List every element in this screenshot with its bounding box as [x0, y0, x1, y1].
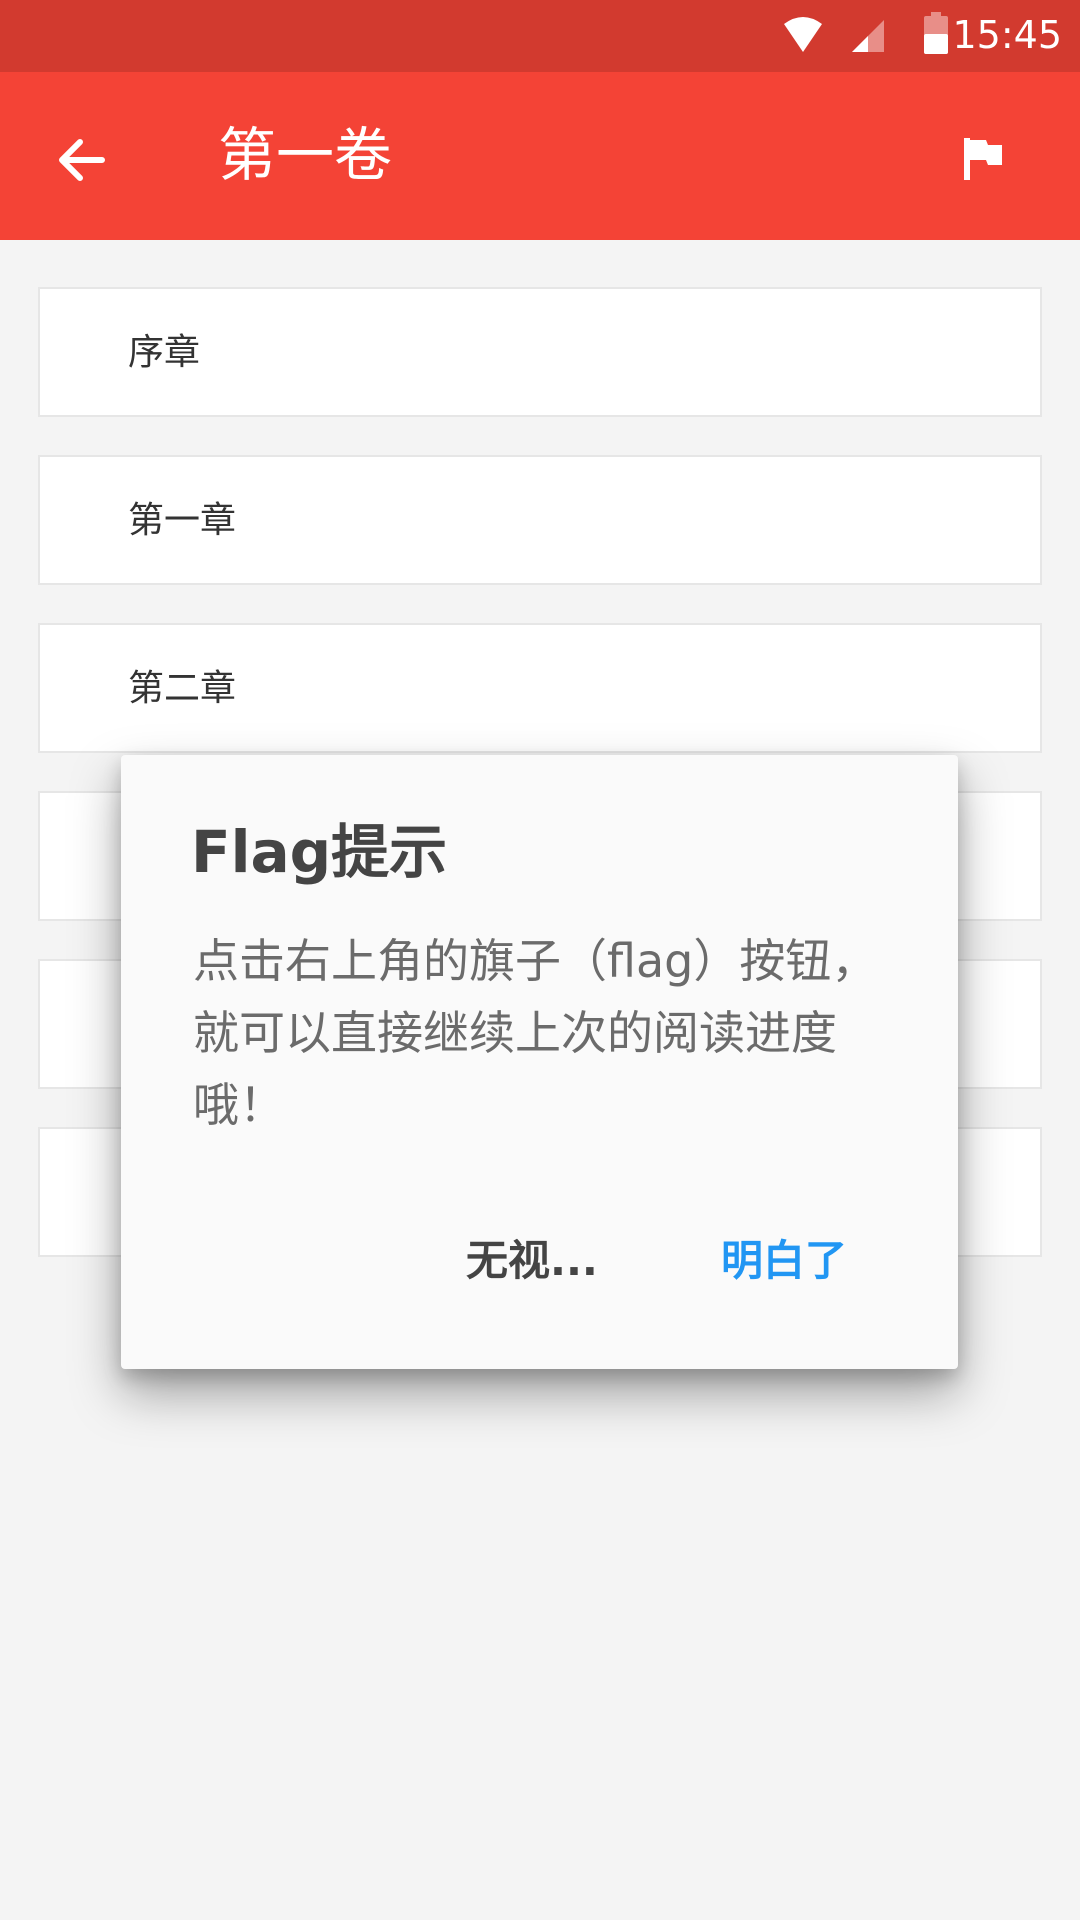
ignore-button[interactable]: 无视... — [466, 1233, 598, 1289]
battery-icon — [924, 12, 948, 54]
flag-tip-dialog: Flag提示 点击右上角的旗子（flag）按钮，就可以直接继续上次的阅读进度哦！… — [121, 755, 958, 1369]
chapter-label: 序章 — [128, 332, 201, 373]
chapter-item[interactable]: 序章 — [38, 287, 1042, 417]
cell-signal-icon — [852, 20, 884, 52]
dialog-message: 点击右上角的旗子（flag）按钮，就可以直接继续上次的阅读进度哦！ — [193, 934, 878, 1132]
arrow-back-icon[interactable] — [44, 122, 120, 198]
chapter-label: 第一章 — [128, 500, 237, 541]
dialog-title: Flag提示 — [191, 818, 448, 886]
app-bar: 第一卷 — [0, 72, 1080, 240]
status-time: 15:45 — [952, 13, 1062, 57]
wifi-icon — [784, 17, 822, 52]
chapter-item[interactable]: 第二章 — [38, 623, 1042, 753]
chapter-item[interactable]: 第一章 — [38, 455, 1042, 585]
ok-button[interactable]: 明白了 — [721, 1233, 847, 1289]
chapter-label: 第二章 — [128, 668, 237, 709]
status-bar: 15:45 — [0, 0, 1080, 72]
page-title: 第一卷 — [218, 121, 393, 189]
flag-icon[interactable] — [946, 122, 1022, 198]
